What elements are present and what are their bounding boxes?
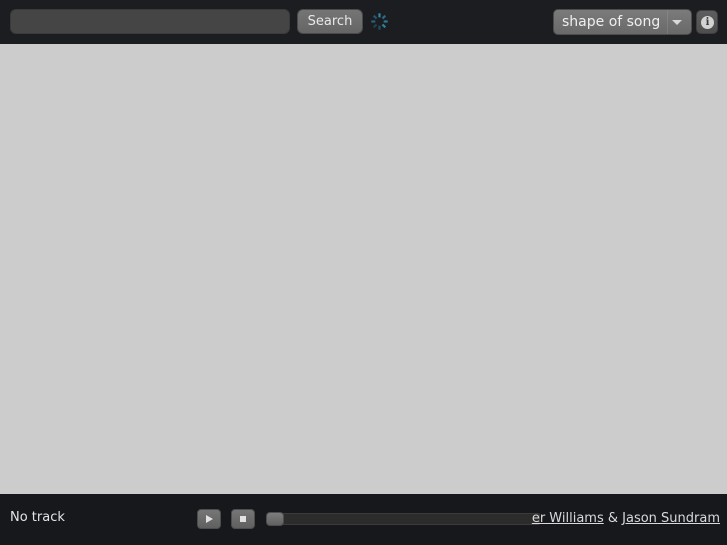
chevron-down-icon[interactable] xyxy=(667,10,686,34)
stop-icon xyxy=(240,516,246,522)
seek-handle[interactable] xyxy=(266,512,284,526)
play-button[interactable] xyxy=(197,509,221,529)
loading-spinner-icon xyxy=(371,13,388,30)
toolbar: Search shape of song i xyxy=(0,0,727,44)
shape-select-dropdown[interactable]: shape of song xyxy=(553,9,692,35)
seek-slider[interactable] xyxy=(266,512,540,526)
credits: er Williams & Jason Sundram xyxy=(532,511,720,526)
flash-stage xyxy=(0,44,727,494)
seek-track[interactable] xyxy=(276,513,540,525)
credit-author-two[interactable]: Jason Sundram xyxy=(622,511,720,526)
credit-separator: & xyxy=(603,511,623,526)
shape-select-value: shape of song xyxy=(562,14,661,30)
info-icon: i xyxy=(701,16,714,29)
application-window: Search shape of song i No track er Willi… xyxy=(0,0,727,545)
track-title: No track xyxy=(10,510,65,525)
stop-button[interactable] xyxy=(231,509,255,529)
search-input[interactable] xyxy=(10,9,290,34)
info-button[interactable]: i xyxy=(696,10,718,34)
credit-author-one[interactable]: er Williams xyxy=(532,511,604,526)
play-icon xyxy=(206,515,213,523)
search-button[interactable]: Search xyxy=(297,9,363,34)
